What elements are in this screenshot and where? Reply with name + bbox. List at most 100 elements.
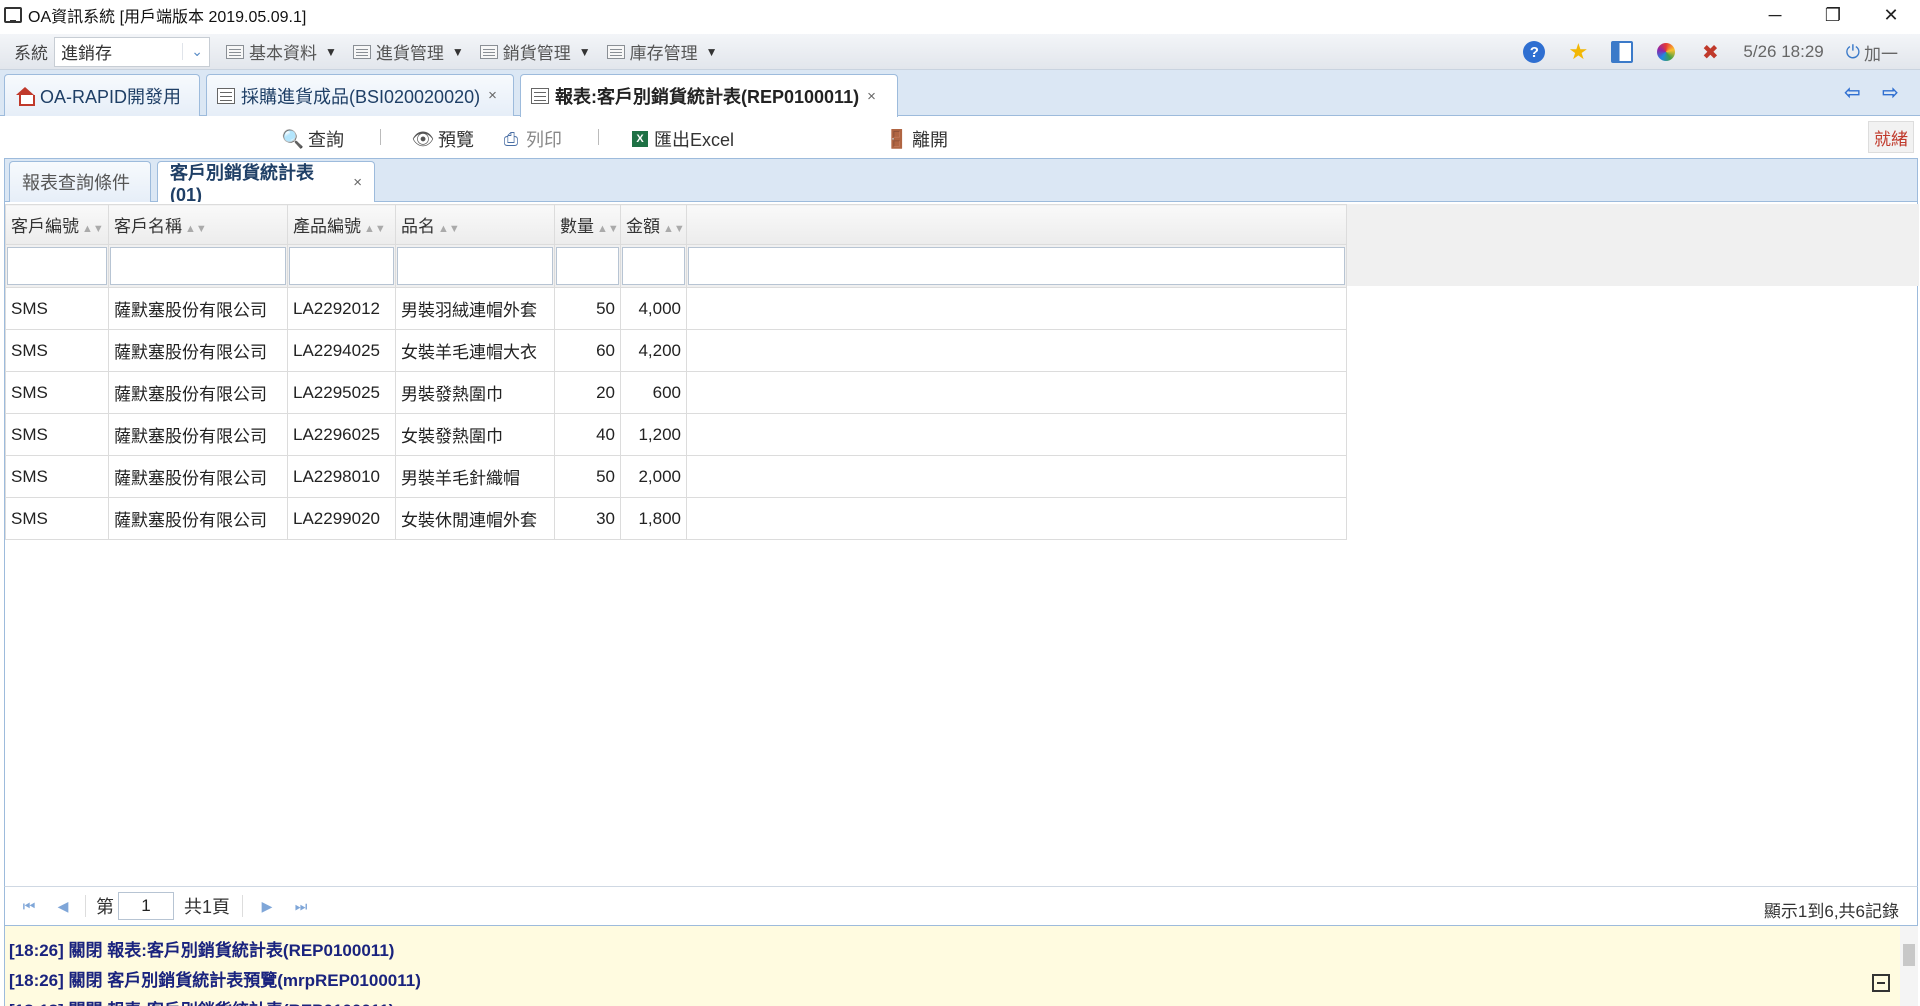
column-header-customer-name[interactable]: 客戶名稱 ▲▼ (108, 204, 288, 245)
preview-button[interactable]: 👁 預覽 (411, 126, 474, 152)
table-row[interactable]: SMS 薩默塞股份有限公司 LA2298010 男裝羊毛針織帽 50 2,000 (5, 455, 1347, 498)
first-page-icon[interactable]: ⏮ (19, 896, 39, 916)
export-excel-button[interactable]: X 匯出Excel (632, 126, 734, 152)
menu-inventory[interactable]: 庫存管理 ▼ (606, 39, 718, 64)
cell-customer-id: SMS (5, 413, 109, 456)
cell-product-name: 男裝羊毛針織帽 (395, 455, 555, 498)
filter-input-product-name[interactable] (397, 247, 553, 285)
close-icon[interactable]: × (353, 174, 362, 191)
folder-icon (352, 44, 371, 59)
tab-report-result[interactable]: 客戶別銷貨統計表(01) × (157, 161, 375, 205)
prev-page-icon[interactable]: ◀ (53, 896, 73, 916)
sort-icon: ▲▼ (364, 223, 386, 235)
minimize-button[interactable]: ─ (1746, 0, 1804, 30)
filter-input-customer-id[interactable] (7, 247, 107, 285)
menu-label: 進貨管理 (375, 44, 444, 63)
filter-input-amount[interactable] (622, 247, 685, 285)
pager-divider (85, 895, 86, 917)
star-icon[interactable]: ★ (1567, 39, 1589, 64)
cell-product-id: LA2295025 (287, 371, 396, 414)
preview-icon: 👁 (411, 128, 435, 149)
cell-quantity: 60 (554, 329, 621, 372)
system-label: 系統 (14, 44, 48, 63)
arrow-right-icon[interactable]: ⇨ (1882, 80, 1906, 104)
menu-basic-data[interactable]: 基本資料 ▼ (226, 39, 337, 64)
data-table: 客戶編號 ▲▼ 客戶名稱 ▲▼ 產品編號 ▲▼ 品名 ▲▼ 數量 ▲▼ 金額 ▲▼ SMS (5, 204, 1347, 540)
next-page-icon[interactable]: ▶ (257, 896, 277, 916)
filter-input-product-id[interactable] (289, 247, 394, 285)
tab-purchase-receipt[interactable]: 採購進貨成品(BSI020020020) × (206, 74, 514, 116)
help-icon[interactable]: ? (1523, 41, 1546, 63)
cell-customer-id: SMS (5, 329, 109, 372)
window-title: OA資訊系統 [用戶端版本 2019.05.09.1] (28, 9, 307, 26)
print-label: 列印 (526, 130, 562, 150)
record-count-info: 顯示1到6,共6記錄 (1763, 902, 1899, 921)
toolbar-divider (380, 129, 381, 145)
collapse-panel-button[interactable] (1872, 974, 1890, 992)
cell-quantity: 30 (554, 497, 621, 540)
color-wheel-icon (1657, 43, 1676, 61)
table-row[interactable]: SMS 薩默塞股份有限公司 LA2296025 女裝發熱圍巾 40 1,200 (5, 413, 1347, 456)
close-icon[interactable]: × (867, 88, 876, 105)
cell-product-name: 女裝休閒連帽外套 (395, 497, 555, 540)
print-button[interactable]: ⎙ 列印 (502, 126, 562, 152)
scrollbar-thumb[interactable] (1903, 944, 1915, 966)
filter-row (5, 244, 1347, 288)
menu-purchase[interactable]: 進貨管理 ▼ (352, 39, 464, 64)
restore-button[interactable]: ❐ (1804, 0, 1862, 30)
exit-button[interactable]: 🚪 離開 (885, 126, 948, 152)
table-row[interactable]: SMS 薩默塞股份有限公司 LA2299020 女裝休閒連帽外套 30 1,80… (5, 497, 1347, 540)
clock-text: 5/26 18:29 (1743, 42, 1824, 61)
column-header-quantity[interactable]: 數量 ▲▼ (554, 204, 621, 245)
system-select[interactable]: 進銷存 ⌄ (54, 36, 210, 67)
log-line: [18:18] 關閉 報表:客戶別銷貨統計表(REP0100011) (9, 996, 394, 1006)
filter-input-customer-name[interactable] (110, 247, 286, 285)
column-header-label: 數量 (560, 217, 594, 236)
log-line: [18:26] 關閉 客戶別銷貨統計表預覽(mrpREP0100011) (9, 971, 421, 990)
table-row[interactable]: SMS 薩默塞股份有限公司 LA2295025 男裝發熱圍巾 20 600 (5, 371, 1347, 414)
sort-icon: ▲▼ (663, 223, 685, 235)
sort-icon: ▲▼ (82, 223, 104, 235)
arrow-left-icon[interactable]: ⇦ (1844, 80, 1868, 104)
table-row[interactable]: SMS 薩默塞股份有限公司 LA2294025 女裝羊毛連帽大衣 60 4,20… (5, 329, 1347, 372)
table-row[interactable]: SMS 薩默塞股份有限公司 LA2292012 男裝羽絨連帽外套 50 4,00… (5, 287, 1347, 330)
column-header-customer-id[interactable]: 客戶編號 ▲▼ (5, 204, 109, 245)
tab-query-conditions[interactable]: 報表查詢條件 (9, 161, 151, 202)
menu-label: 基本資料 (249, 44, 317, 63)
status-badge: 就緒 (1868, 121, 1914, 153)
cell-filler (686, 413, 1347, 456)
power-icon[interactable]: ⏻ (1846, 42, 1860, 63)
tab-sales-report[interactable]: 報表:客戶別銷貨統計表(REP0100011) × (520, 74, 898, 117)
query-button[interactable]: 🔍 查詢 (282, 126, 344, 152)
cell-amount: 4,000 (620, 287, 687, 330)
tab-home[interactable]: OA-RAPID開發用 (4, 74, 200, 116)
subtab-label: 報表查詢條件 (22, 173, 130, 193)
menu-sales[interactable]: 銷貨管理 ▼ (479, 39, 591, 64)
tools-icon[interactable]: ✖ (1699, 41, 1721, 64)
log-line: [18:26] 關閉 報表:客戶別銷貨統計表(REP0100011) (9, 941, 395, 960)
page-number-input[interactable]: 1 (118, 892, 174, 920)
form-icon (217, 87, 235, 104)
cell-product-name: 女裝羊毛連帽大衣 (395, 329, 555, 372)
column-header-filler (686, 204, 1347, 245)
log-scrollbar[interactable] (1900, 926, 1918, 1006)
color-theme-button[interactable] (1655, 41, 1677, 63)
sort-icon: ▲▼ (597, 223, 619, 235)
filter-input-extra[interactable] (688, 247, 1345, 285)
last-page-icon[interactable]: ⏭ (291, 896, 311, 916)
column-header-product-id[interactable]: 產品編號 ▲▼ (287, 204, 396, 245)
exit-door-icon: 🚪 (885, 128, 909, 149)
filter-input-quantity[interactable] (556, 247, 619, 285)
excel-icon: X (632, 131, 648, 147)
column-header-label: 品名 (401, 217, 435, 236)
main-tab-bar: OA-RAPID開發用 採購進貨成品(BSI020020020) × 報表:客戶… (0, 70, 1920, 117)
close-icon[interactable]: × (488, 87, 497, 104)
cell-amount: 4,200 (620, 329, 687, 372)
column-header-amount[interactable]: 金額 ▲▼ (620, 204, 687, 245)
tab-label: 採購進貨成品(BSI020020020) (241, 86, 481, 107)
user-name[interactable]: 加一 (1864, 40, 1898, 65)
cell-filler (686, 329, 1347, 372)
panel-layout-icon[interactable] (1611, 41, 1634, 63)
column-header-product-name[interactable]: 品名 ▲▼ (395, 204, 555, 245)
close-window-button[interactable]: ✕ (1862, 0, 1920, 30)
